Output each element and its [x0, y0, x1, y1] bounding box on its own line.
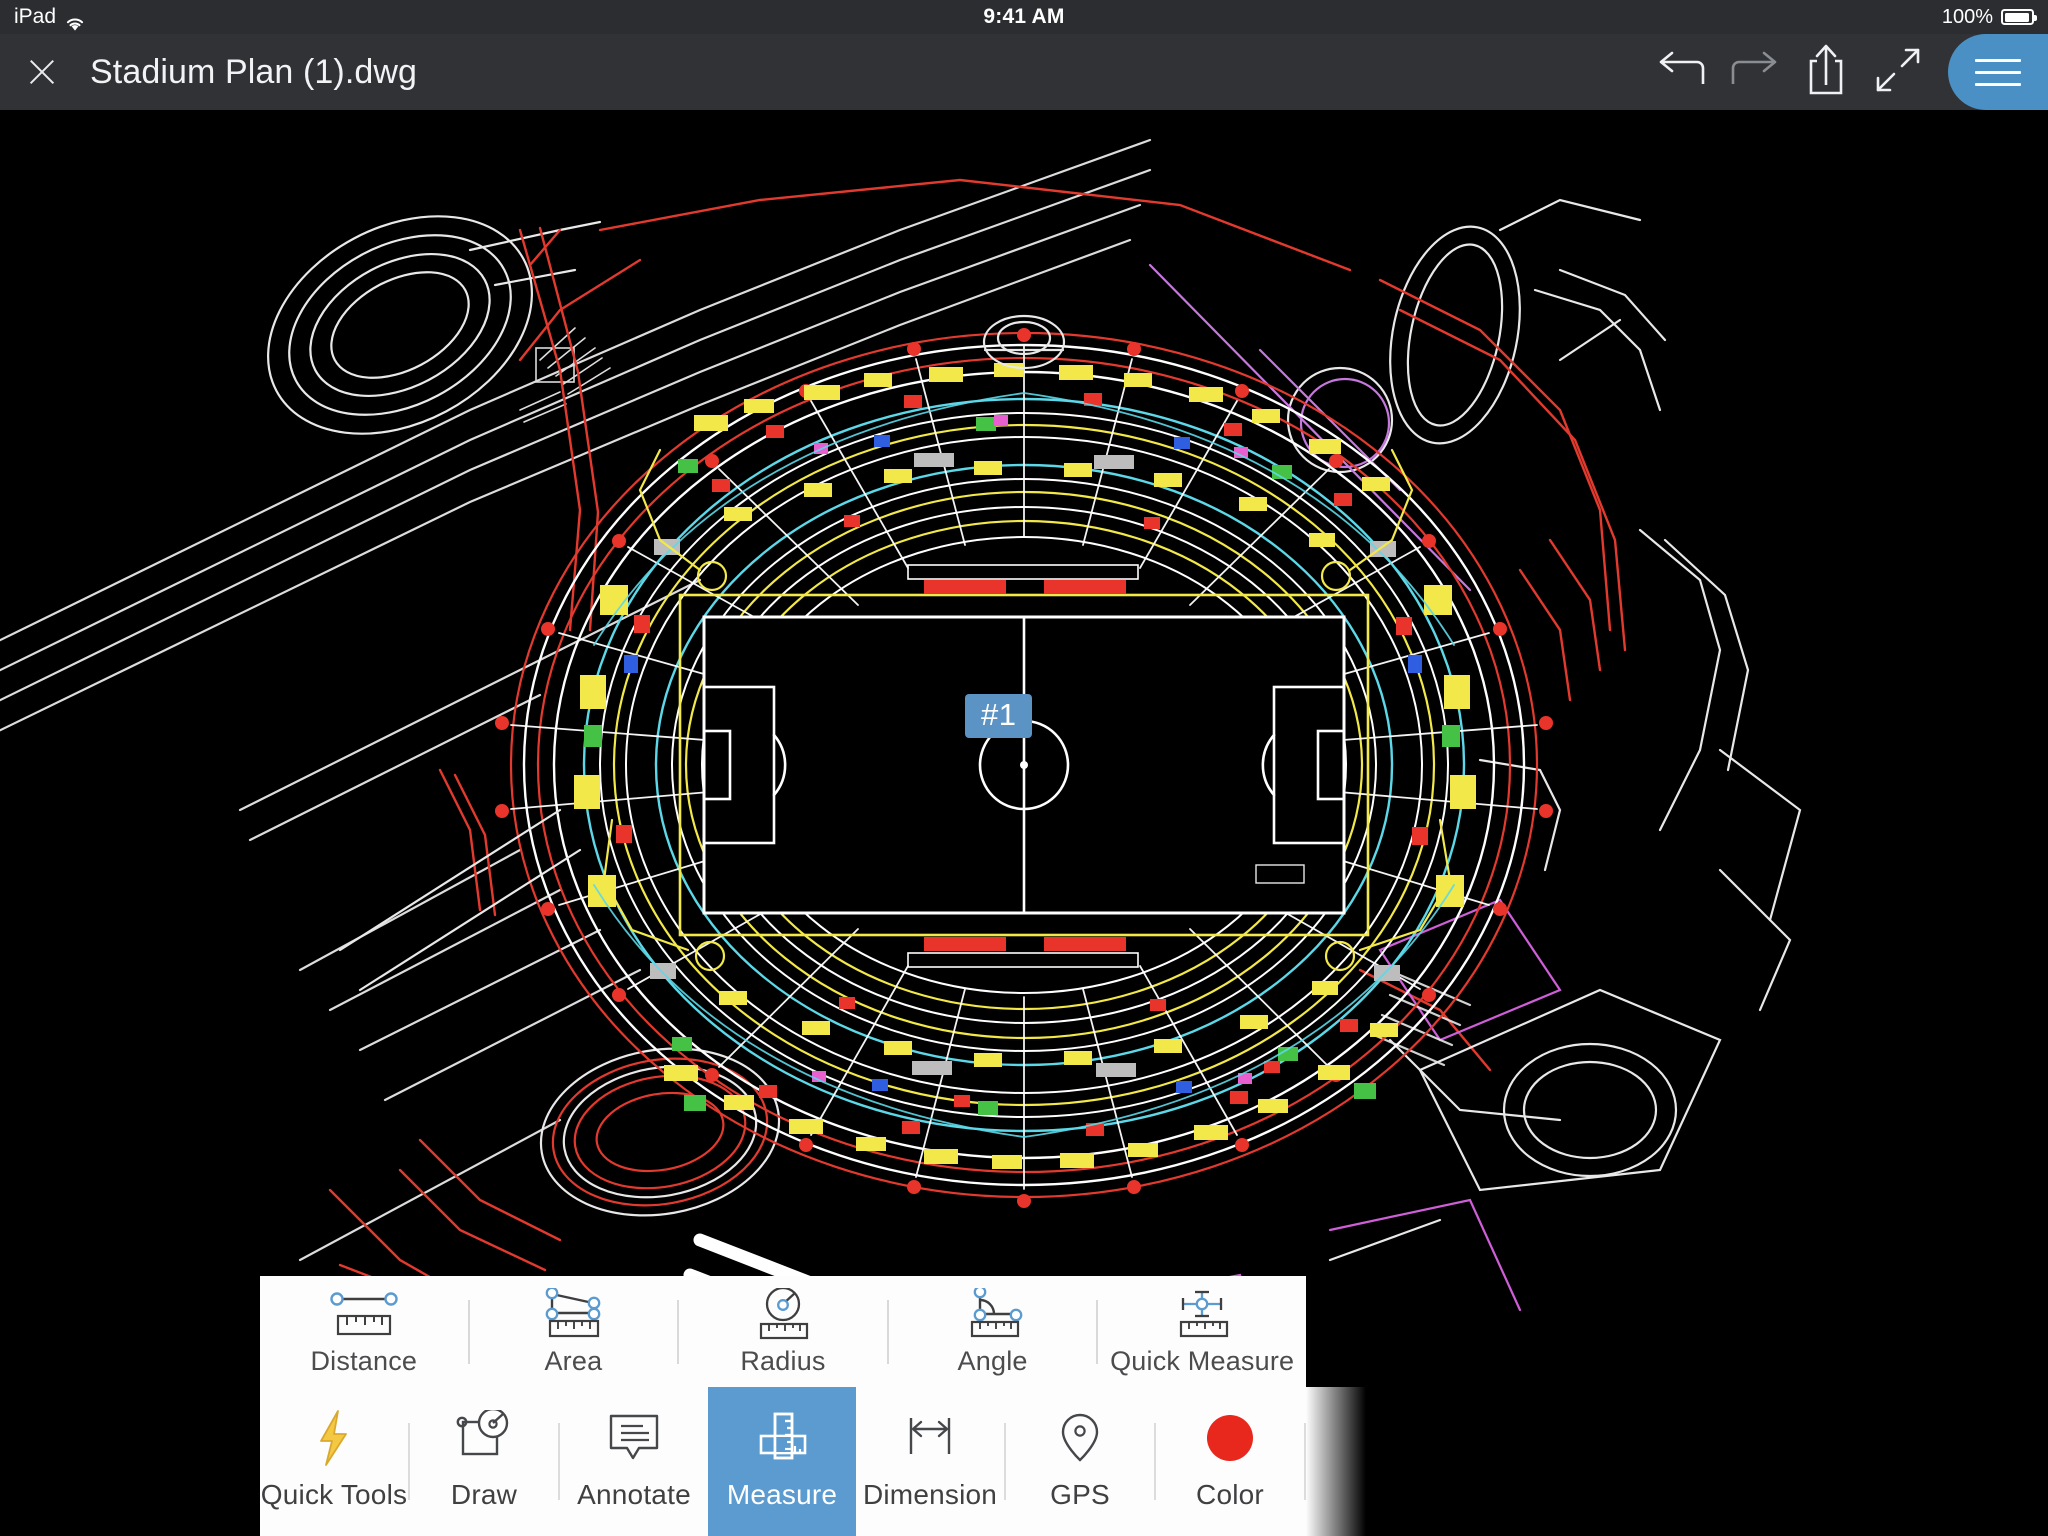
fullscreen-button[interactable] [1862, 34, 1934, 110]
ios-status-bar: iPad 9:41 AM 100% [0, 0, 2048, 34]
redo-arrow-icon [1727, 50, 1781, 95]
radius-measure-icon [740, 1286, 826, 1340]
app-header: Stadium Plan (1).dwg [0, 34, 2048, 110]
toolbar-tab-label: Color [1196, 1478, 1264, 1510]
measure-tool-label: Distance [310, 1346, 418, 1376]
current-color-swatch [1207, 1414, 1253, 1461]
battery-percent-label: 100% [1941, 6, 1993, 28]
toolbar-tab-annotate[interactable]: Annotate [560, 1387, 708, 1536]
measure-tool-label: Radius [740, 1346, 826, 1376]
measure-tool-distance[interactable]: Distance [260, 1276, 468, 1387]
toolbar-tab-dimension[interactable]: Dimension [856, 1387, 1004, 1536]
hamburger-icon-bar [1975, 70, 2021, 74]
toolbar-tab-measure[interactable]: Measure [708, 1387, 856, 1536]
measure-tool-label: Angle [957, 1346, 1028, 1376]
crossed-rulers-icon [751, 1407, 813, 1469]
header-left-group: Stadium Plan (1).dwg [0, 50, 417, 94]
measure-options-toolbar: Distance Area Radius Angle Quick Measure [260, 1276, 1306, 1387]
measure-tool-label: Quick Measure [1110, 1346, 1295, 1376]
battery-full-icon [2001, 9, 2037, 25]
toolbar-tab-label: Annotate [577, 1478, 691, 1510]
angle-measure-icon [950, 1286, 1036, 1340]
toolbar-tab-color[interactable]: Color [1156, 1387, 1304, 1536]
status-bar-right: 100% [1941, 0, 2037, 34]
toolbar-tab-label: GPS [1050, 1478, 1110, 1510]
toolbar-tab-label: Draw [450, 1478, 518, 1510]
header-actions [1646, 34, 2048, 110]
toolbar-tab-label: Quick Tools [260, 1478, 408, 1510]
toolbar-tab-gps[interactable]: GPS [1006, 1387, 1154, 1536]
measure-tool-radius[interactable]: Radius [679, 1276, 887, 1387]
color-swatch-icon [1207, 1407, 1253, 1469]
undo-button[interactable] [1646, 34, 1718, 110]
cad-viewer-app: iPad 9:41 AM 100% Stadium Plan (1).dwg #… [0, 0, 2048, 1536]
quick-measure-icon [1159, 1286, 1245, 1340]
hamburger-menu-button[interactable] [1948, 34, 2048, 110]
toolbar-tab-label: Measure [726, 1478, 838, 1510]
measure-tool-angle[interactable]: Angle [889, 1276, 1097, 1387]
toolbar-tab-draw[interactable]: Draw [410, 1387, 558, 1536]
measure-tool-quick-measure[interactable]: Quick Measure [1098, 1276, 1306, 1387]
area-measure-icon [530, 1286, 616, 1340]
main-toolbar: Quick Tools Draw Annotate Measure Dimens… [260, 1387, 1366, 1536]
expand-diagonal-arrows-icon [1874, 46, 1922, 99]
undo-arrow-icon [1655, 50, 1709, 95]
hamburger-icon-bar [1975, 58, 2021, 62]
draw-compass-icon [451, 1407, 517, 1469]
measurement-marker-1[interactable]: #1 [965, 694, 1033, 738]
page-title: Stadium Plan (1).dwg [90, 52, 418, 91]
speech-bubble-icon [603, 1407, 665, 1469]
close-icon[interactable] [20, 50, 64, 94]
measure-tool-label: Area [544, 1346, 603, 1376]
toolbar-tab-quick-tools[interactable]: Quick Tools [260, 1387, 408, 1536]
redo-button[interactable] [1718, 34, 1790, 110]
hamburger-icon-bar [1975, 82, 2021, 86]
dimension-arrow-icon [899, 1407, 961, 1469]
map-pin-icon [1054, 1407, 1106, 1469]
distance-measure-icon [321, 1286, 407, 1340]
share-up-arrow-icon [1803, 43, 1849, 102]
toolbar-tab-label: Dimension [862, 1478, 998, 1510]
measure-tool-area[interactable]: Area [470, 1276, 678, 1387]
lightning-bolt-icon [308, 1407, 360, 1469]
toolbar-divider [1304, 1423, 1306, 1500]
status-bar-time: 9:41 AM [983, 5, 1065, 28]
share-button[interactable] [1790, 34, 1862, 110]
